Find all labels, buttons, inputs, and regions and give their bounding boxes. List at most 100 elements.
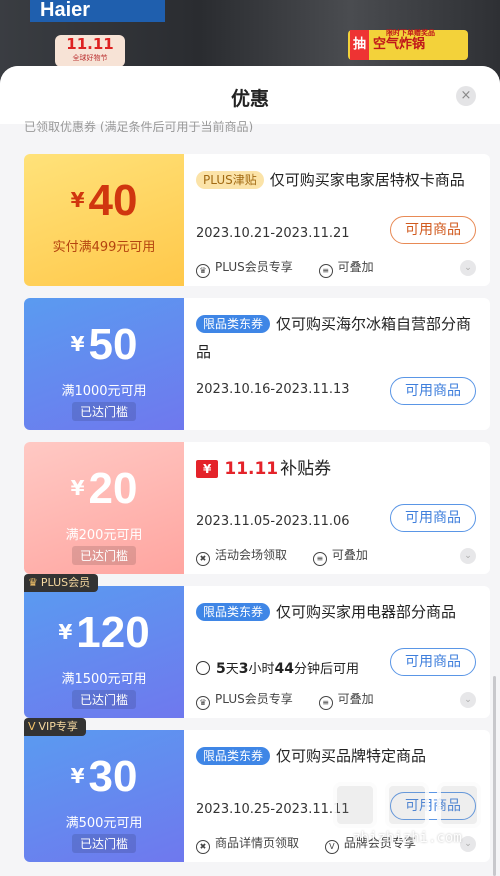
feature-plus: ♛ PLUS会员专享 [196,690,293,710]
coupon-title-text: 补贴券 [280,459,332,479]
category-tag: 限品类东券 [196,747,271,765]
coupon-amount: 40 [88,176,138,225]
coupon-card[interactable]: ¥20 满200元可用 已达门槛 ¥11.11 补贴券 2023.11.05-20… [24,442,490,574]
stack-icon: ≡ [318,696,333,710]
feature-stack: ≡ 可叠加 [312,546,368,566]
coupon-card[interactable]: ¥40 实付满499元可用 PLUS津贴 仅可购买家电家居特权卡商品 2023.1… [24,154,490,286]
promo-text: 空气炸锅 [373,37,426,52]
coupon-value-panel: ¥120 满1500元可用 已达门槛 [24,586,184,718]
available-products-button[interactable]: 可用商品 [390,792,476,820]
threshold-reached-badge: 已达门槛 [71,834,137,853]
coupon-title-text: 仅可购买品牌特定商品 [276,747,427,765]
feature-stack: ≡ 可叠加 [318,258,374,278]
clock-icon [196,661,210,675]
close-icon[interactable]: × [456,86,476,106]
brand-member-icon: V [324,840,339,854]
crown-icon: ♛ [28,576,38,589]
stack-icon: ≡ [312,552,327,566]
currency-symbol: ¥ [70,476,85,500]
coupon-card[interactable]: ¥50 满1000元可用 已达门槛 限品类东券 仅可购买海尔冰箱自营部分商品 20… [24,298,490,430]
coupon-value-panel: ¥40 实付满499元可用 [24,154,184,286]
festival-logo: 11.11 [224,459,279,479]
coupon-title-text: 仅可购买家用电器部分商品 [276,603,457,621]
feature-source: ✖ 商品详情页领取 [196,834,299,854]
coupon-features: ✖ 商品详情页领取 V 品牌会员专享 ⌄ [196,834,490,854]
coupon-card[interactable]: V VIP专享 ¥30 满500元可用 已达门槛 限品类东券 仅可购买品牌特定商品 … [24,718,490,862]
coupon-condition: 实付满499元可用 [52,240,156,255]
coupon-condition: 满200元可用 [65,528,143,543]
available-products-button[interactable]: 可用商品 [390,216,476,244]
currency-symbol: ¥ [70,332,85,356]
coupon-value-panel: ¥30 满500元可用 已达门槛 [24,730,184,862]
threshold-reached-badge: 已达门槛 [71,546,137,565]
coupon-features: ♛ PLUS会员专享 ≡ 可叠加 ⌄ [196,690,490,710]
coupon-sheet: 优惠 × 已领取优惠券 (满足条件后可用于当前商品) ¥40 实付满499元可用… [0,66,500,876]
coupon-title: PLUS津贴 仅可购买家电家居特权卡商品 [196,166,476,194]
category-tag: 限品类东券 [196,315,271,333]
countdown: 5天3小时44分钟后可用 [196,658,359,677]
coupon-condition: 满500元可用 [65,816,143,831]
promo-sub: 限时下单赠奖品 [386,29,435,37]
festival-badge-sub: 全球好物节 [72,54,108,62]
available-products-button[interactable]: 可用商品 [390,648,476,676]
chevron-down-icon[interactable]: ⌄ [460,548,476,564]
vip-badge: V VIP专享 [24,718,86,736]
coupon-info: 限品类东券 仅可购买家用电器部分商品 5天3小时44分钟后可用 可用商品 ♛ PLU… [196,586,490,718]
promo-draw-label: 抽 [350,30,370,60]
coupon-amount: 120 [76,608,150,657]
coupon-title: 限品类东券 仅可购买品牌特定商品 [196,742,476,770]
category-tag: 限品类东券 [196,603,271,621]
currency-symbol: ¥ [58,620,73,644]
coupon-condition: 满1000元可用 [61,384,147,399]
stamp-icon: ¥ [196,460,219,478]
feature-plus: ♛ PLUS会员专享 [196,258,293,278]
coupon-features: ♛ PLUS会员专享 ≡ 可叠加 ⌄ [196,258,490,278]
threshold-reached-badge: 已达门槛 [71,402,137,421]
feature-brand-member: V 品牌会员专享 [324,834,416,854]
coupon-date: 2023.10.16-2023.11.13 [196,382,350,397]
product-page-icon: ✖ [196,840,210,854]
chevron-down-icon[interactable]: ⌄ [460,260,476,276]
coupon-card[interactable]: ♛ PLUS会员 ¥120 满1500元可用 已达门槛 限品类东券 仅可购买家用电器… [24,574,490,718]
promo-banner[interactable]: 限时下单赠奖品 抽空气炸锅 [348,29,468,60]
chevron-down-icon[interactable]: ⌄ [460,692,476,708]
festival-badge: 11.11 全球好物节 [55,35,125,67]
coupon-date: 2023.10.25-2023.11.11 [196,802,350,817]
coupon-info: ¥11.11 补贴券 2023.11.05-2023.11.06 可用商品 ✖ 活动… [196,442,490,574]
festival-badge-text: 11.11 [66,35,114,53]
feature-source: ✖ 活动会场领取 [196,546,287,566]
venue-icon: ✖ [196,552,210,566]
crown-icon: ♛ [196,264,210,278]
available-products-button[interactable]: 可用商品 [390,377,476,405]
coupon-title: 限品类东券 仅可购买家用电器部分商品 [196,598,476,626]
brand-logo: Haier [30,0,165,22]
currency-symbol: ¥ [70,764,85,788]
coupon-amount: 50 [88,320,138,369]
coupon-amount: 20 [88,464,138,513]
coupon-title: 限品类东券 仅可购买海尔冰箱自营部分商品 [196,310,476,366]
currency-symbol: ¥ [70,188,85,212]
sheet-title: 优惠 [230,88,269,110]
plus-member-badge: ♛ PLUS会员 [24,574,99,592]
coupon-info: 限品类东券 仅可购买品牌特定商品 2023.10.25-2023.11.11 可用… [196,730,490,862]
coupon-title: ¥11.11 补贴券 [196,454,331,479]
plus-tag: PLUS津贴 [196,171,264,189]
coupon-info: PLUS津贴 仅可购买家电家居特权卡商品 2023.10.21-2023.11.2… [196,154,490,286]
coupon-date: 2023.11.05-2023.11.06 [196,514,350,529]
feature-stack: ≡ 可叠加 [318,690,374,710]
threshold-reached-badge: 已达门槛 [71,690,137,709]
available-products-button[interactable]: 可用商品 [390,504,476,532]
coupon-title-text: 仅可购买家电家居特权卡商品 [269,171,465,189]
sheet-hint: 已领取优惠券 (满足条件后可用于当前商品) [24,120,254,132]
coupon-condition: 满1500元可用 [61,672,147,687]
coupon-amount: 30 [88,752,138,801]
coupon-info: 限品类东券 仅可购买海尔冰箱自营部分商品 2023.10.16-2023.11.1… [196,298,490,430]
chevron-down-icon[interactable]: ⌄ [460,836,476,852]
sheet-header: 优惠 × 已领取优惠券 (满足条件后可用于当前商品) [0,66,500,132]
scrollbar[interactable] [493,676,496,876]
coupon-date: 2023.10.21-2023.11.21 [196,226,350,241]
coupon-features: ✖ 活动会场领取 ≡ 可叠加 ⌄ [196,546,490,566]
coupon-value-panel: ¥20 满200元可用 已达门槛 [24,442,184,574]
vip-icon: V [28,720,36,733]
stack-icon: ≡ [318,264,333,278]
